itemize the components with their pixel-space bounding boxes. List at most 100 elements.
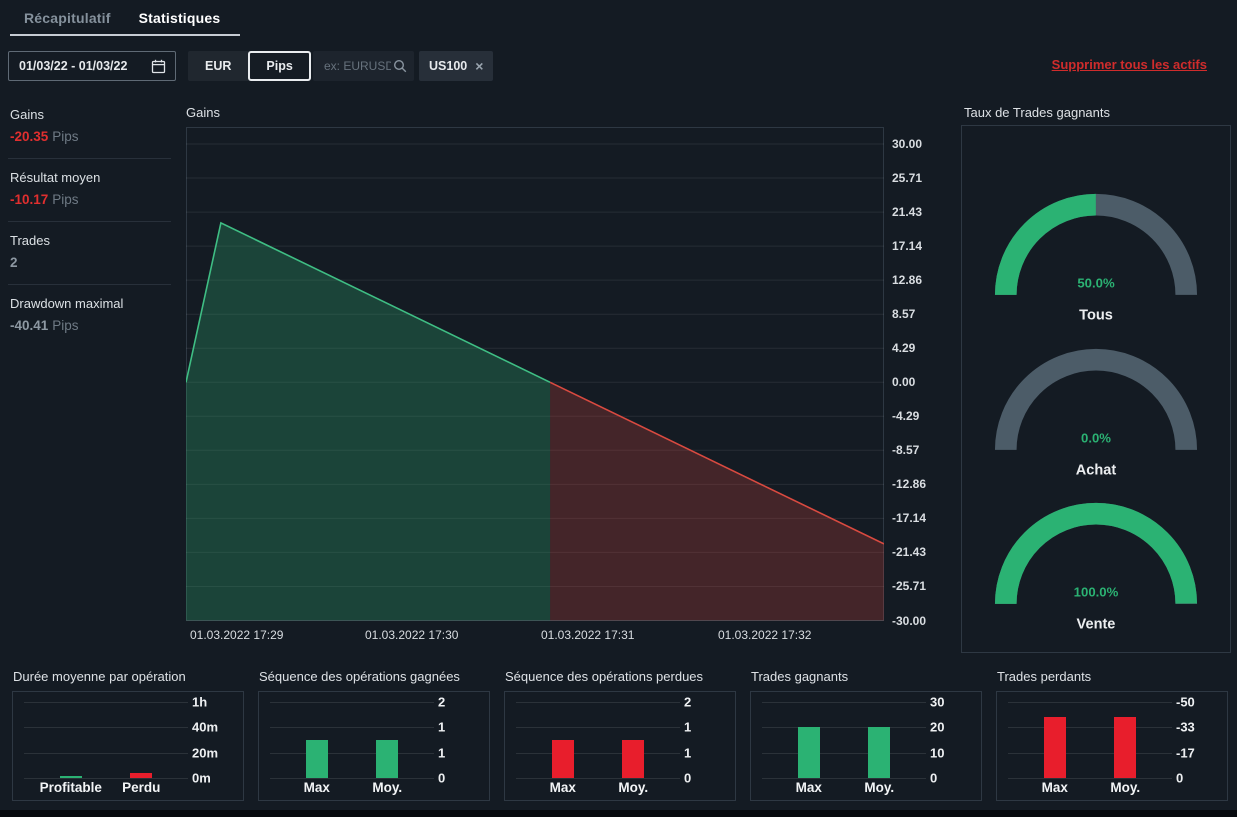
gains-y-tick: 21.43: [892, 205, 923, 220]
mini-chart-ticks: 1h 40m 20m 0m: [192, 695, 234, 786]
mini-gridline: [270, 702, 434, 703]
date-range-input[interactable]: 01/03/22 - 01/03/22: [8, 51, 176, 81]
gains-y-tick: -30.00: [892, 613, 927, 628]
bar-moy: [622, 740, 645, 778]
mini-tick-label: 30: [930, 694, 945, 710]
stat-label: Trades: [10, 233, 50, 248]
mini-tick-label: 1: [438, 719, 446, 735]
gains-chart-panel: Gains 30.00 25.71 21.43 17.14 12.86 8.57 4.29 0…: [186, 106, 936, 651]
gains-y-tick: -12.86: [892, 477, 927, 492]
mini-chart-plot: [516, 702, 680, 779]
stat-value: -20.35: [10, 129, 49, 144]
mini-gridline: [1008, 727, 1172, 729]
mini-chart-categories: Max Moy.: [762, 780, 926, 796]
win-rate-title: Taux de Trades gagnants: [964, 105, 1110, 120]
bar-max: [1043, 716, 1066, 778]
bar-max: [551, 740, 574, 778]
gauge-label: Vente: [1077, 616, 1116, 632]
tab-recapitulatif[interactable]: Récapitulatif: [24, 10, 111, 26]
gauge-arc: 100.0% Vente: [994, 502, 1198, 632]
mini-chart-box: -50 -33 -17 0 Max Moy.: [996, 691, 1228, 801]
summary-stat-1: Résultat moyen -10.17 Pips: [8, 159, 171, 222]
gains-y-tick: 25.71: [892, 171, 923, 186]
gauge-label: Tous: [1079, 307, 1113, 323]
gauge-tous: 50.0% Tous: [983, 184, 1209, 325]
stat-value-row: 2: [10, 255, 171, 270]
mini-chart-title: Durée moyenne par opération: [13, 669, 186, 684]
mini-chart-ticks: -50 -33 -17 0: [1176, 695, 1218, 786]
mini-gridline: [24, 727, 188, 729]
asset-chip-label: US100: [429, 59, 468, 73]
gains-area-chart[interactable]: [186, 127, 884, 621]
gains-y-tick: -4.29: [892, 409, 920, 424]
mini-chart-plot: [1008, 702, 1172, 779]
mini-tick-label: 1: [684, 745, 692, 761]
mini-chart-box: 2 1 1 0 Max Moy.: [504, 691, 736, 801]
category-label: Perdu: [122, 780, 161, 795]
gauge-value: 0.0%: [1081, 430, 1111, 445]
stat-unit: Pips: [52, 129, 79, 144]
mini-tick-label: 0: [684, 770, 692, 786]
unit-option-eur[interactable]: EUR: [188, 51, 248, 81]
stat-value-row: -20.35 Pips: [10, 129, 171, 144]
bar-profitable: [59, 775, 82, 778]
gains-y-tick: -21.43: [892, 545, 927, 560]
category-label: Moy.: [372, 780, 403, 795]
gauge-group: 50.0% Tous 0.0% Achat 100.0% Vente: [961, 125, 1231, 653]
summary-sidebar: Gains -20.35 Pips Résultat moyen -10.17 Pips T…: [8, 96, 171, 347]
mini-gridline: [516, 778, 680, 779]
gauge-label: Achat: [1076, 462, 1117, 478]
mini-gridline: [516, 727, 680, 729]
category-label: Max: [303, 780, 330, 795]
gauge-achat: 0.0% Achat: [983, 339, 1209, 480]
gains-x-tick: 01.03.2022 17:29: [190, 628, 284, 642]
window-bottom-edge: [0, 810, 1237, 817]
asset-chip-us100[interactable]: US100 ×: [419, 51, 494, 81]
bar-moy: [376, 740, 399, 778]
bar-max: [305, 740, 328, 778]
mini-chart-categories: Max Moy.: [516, 780, 680, 796]
mini-tick-label: 1: [438, 745, 446, 761]
mini-chart-win_streak: Séquence des opérations gagnées 2 1 1 0 Max Mo…: [258, 669, 490, 801]
stat-value-row: -40.41 Pips: [10, 318, 171, 333]
mini-chart-ticks: 2 1 1 0: [684, 695, 726, 786]
tab-bar: Récapitulatif Statistiques: [10, 0, 241, 36]
gauge-vente: 100.0% Vente: [983, 493, 1209, 634]
gauge-value: 50.0%: [1077, 275, 1115, 290]
tab-statistiques[interactable]: Statistiques: [139, 10, 221, 26]
mini-tick-label: 1h: [192, 694, 208, 710]
mini-chart-ticks: 2 1 1 0: [438, 695, 480, 786]
mini-tick-label: 0m: [192, 770, 211, 786]
stat-label: Drawdown maximal: [10, 296, 124, 311]
gains-y-tick: -25.71: [892, 579, 927, 594]
tabs-group: Récapitulatif Statistiques: [10, 0, 241, 36]
mini-gridline: [24, 702, 188, 703]
mini-chart-categories: Max Moy.: [270, 780, 434, 796]
remove-chip-icon[interactable]: ×: [475, 59, 483, 73]
bar-max: [797, 727, 820, 778]
summary-stat-3: Drawdown maximal -40.41 Pips: [8, 285, 171, 347]
gains-chart-svg: [186, 143, 884, 621]
gains-y-tick: -8.57: [892, 443, 920, 458]
category-label: Moy.: [864, 780, 895, 795]
asset-search-input[interactable]: [322, 58, 393, 74]
gains-x-tick: 01.03.2022 17:31: [541, 628, 635, 642]
bar-moy: [868, 727, 891, 778]
category-label: Max: [1041, 780, 1068, 795]
unit-option-pips[interactable]: Pips: [248, 51, 311, 81]
mini-gridline: [762, 727, 926, 729]
remove-all-assets-link[interactable]: Supprimer tous les actifs: [1052, 57, 1207, 72]
mini-chart-title: Séquence des opérations gagnées: [259, 669, 460, 684]
stat-unit: Pips: [52, 318, 79, 333]
mini-tick-label: 20m: [192, 745, 219, 761]
mini-chart-title: Trades perdants: [997, 669, 1092, 684]
mini-chart-loss_streak: Séquence des opérations perdues 2 1 1 0 Max Mo…: [504, 669, 736, 801]
gains-y-tick: 8.57: [892, 307, 916, 322]
mini-charts-row: Durée moyenne par opération 1h 40m 20m 0m Pro…: [12, 669, 1228, 801]
category-label: Moy.: [618, 780, 649, 795]
category-label: Max: [549, 780, 576, 795]
stat-label: Résultat moyen: [10, 170, 101, 185]
gains-y-tick: 0.00: [892, 375, 916, 390]
mini-tick-label: 10: [930, 745, 945, 761]
mini-tick-label: 1: [684, 719, 692, 735]
